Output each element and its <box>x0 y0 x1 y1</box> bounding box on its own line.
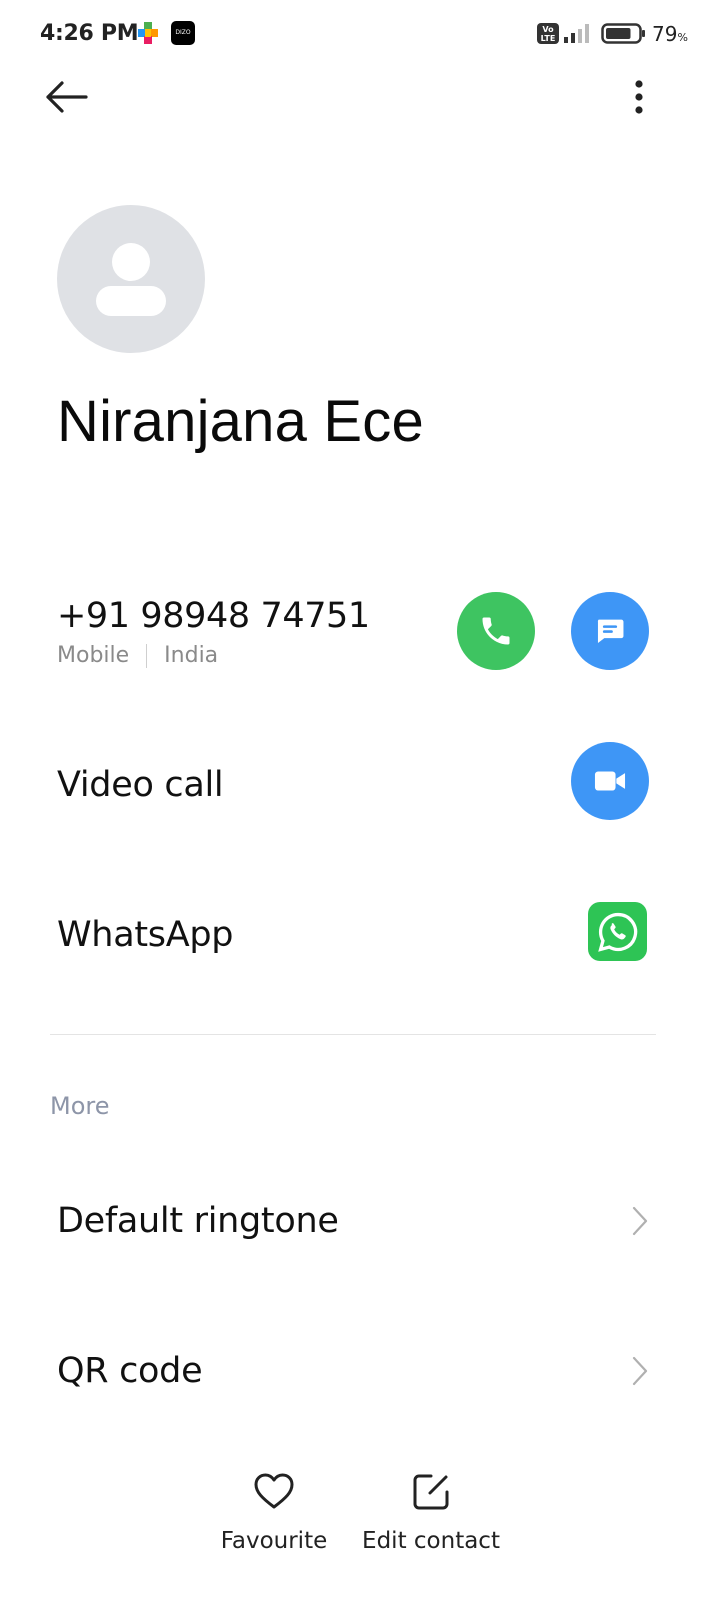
whatsapp-icon <box>597 912 637 952</box>
qr-code-label: QR code <box>57 1351 203 1391</box>
phone-icon <box>482 617 510 645</box>
dizo-icon: DIZO <box>171 21 195 45</box>
play-services-icon <box>138 22 158 44</box>
message-button[interactable] <box>571 592 649 670</box>
video-call-button[interactable] <box>571 742 649 820</box>
battery-percent-value: 79 <box>652 22 678 46</box>
video-camera-icon <box>594 771 626 791</box>
edit-contact-label: Edit contact <box>362 1528 500 1554</box>
video-call-label[interactable]: Video call <box>57 765 224 805</box>
chevron-right-icon <box>632 1206 648 1236</box>
edit-contact-button[interactable]: Edit contact <box>362 1470 500 1554</box>
meta-divider <box>146 643 148 668</box>
arrow-left-icon <box>46 81 88 113</box>
status-time: 4:26 PM <box>40 21 139 46</box>
default-ringtone-row[interactable]: Default ringtone <box>0 1156 720 1286</box>
whatsapp-label[interactable]: WhatsApp <box>57 915 233 955</box>
dizo-label: DIZO <box>175 29 191 36</box>
whatsapp-button[interactable] <box>588 902 647 961</box>
more-vertical-icon <box>635 80 643 114</box>
volte-icon: Vo LTE <box>537 23 559 44</box>
person-placeholder-icon <box>96 243 166 316</box>
battery-percent-unit: % <box>677 31 688 44</box>
phone-meta: Mobile India <box>57 643 218 668</box>
heart-icon <box>254 1473 294 1509</box>
phone-country: India <box>164 643 219 668</box>
message-icon <box>597 619 624 644</box>
back-button[interactable] <box>40 72 94 122</box>
call-button[interactable] <box>457 592 535 670</box>
chevron-right-icon <box>632 1356 648 1386</box>
phone-type: Mobile <box>57 643 130 668</box>
phone-number[interactable]: +91 98948 74751 <box>57 596 370 636</box>
bottom-action-bar: Favourite Edit contact <box>0 1450 720 1600</box>
default-ringtone-label: Default ringtone <box>57 1201 339 1241</box>
status-bar: 4:26 PM DIZO Vo LTE 79% <box>0 0 720 68</box>
battery-icon <box>601 23 645 44</box>
edit-icon <box>413 1474 449 1510</box>
favourite-button[interactable]: Favourite <box>220 1470 328 1554</box>
signal-icon <box>564 24 589 43</box>
avatar[interactable] <box>57 205 205 353</box>
more-options-button[interactable] <box>620 72 658 122</box>
favourite-label: Favourite <box>220 1528 328 1554</box>
battery-percent: 79% <box>652 22 688 46</box>
more-section-header: More <box>50 1092 110 1120</box>
contact-name: Niranjana Ece <box>57 389 424 454</box>
section-divider <box>50 1034 656 1035</box>
qr-code-row[interactable]: QR code <box>0 1306 720 1436</box>
